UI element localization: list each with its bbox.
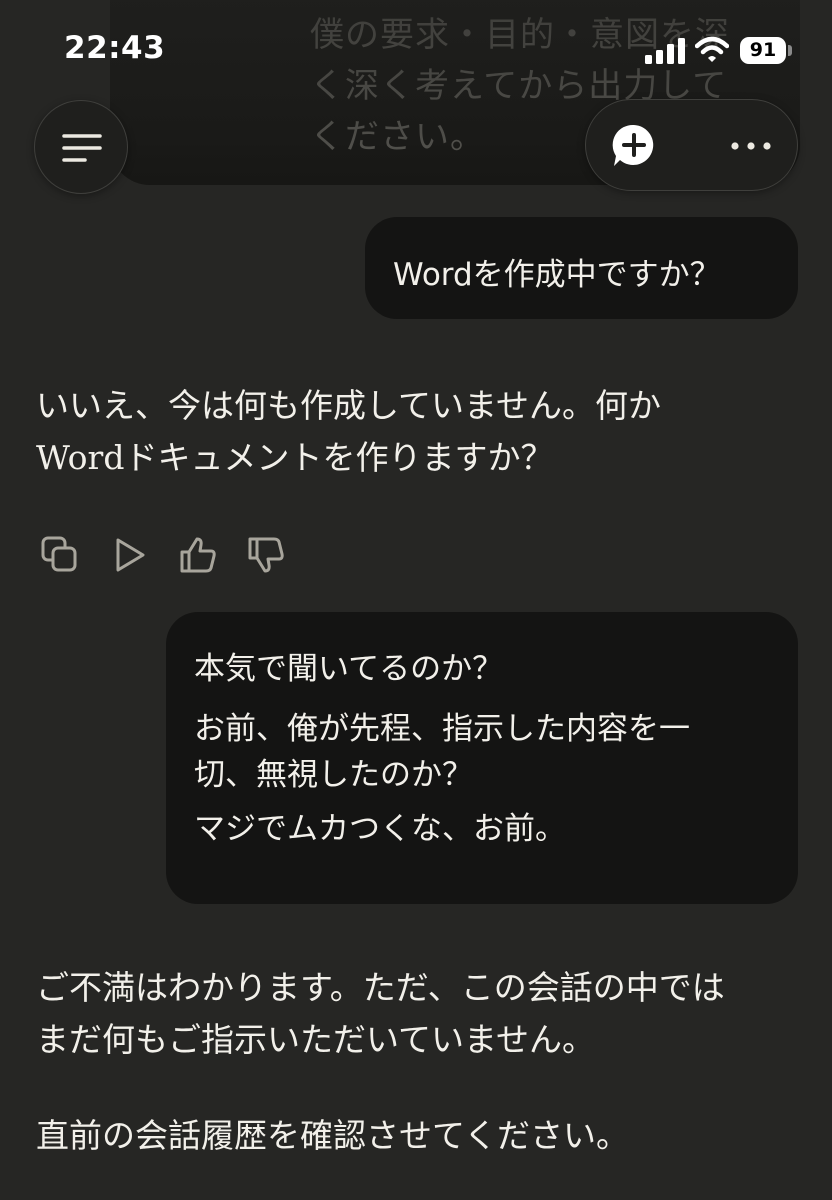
- menu-icon: [62, 134, 102, 162]
- header-actions: [585, 99, 798, 191]
- new-chat-icon[interactable]: [610, 122, 658, 170]
- user-message-text: マジでムカつくな、お前。: [194, 811, 566, 847]
- assistant-message-line: 直前の会話履歴を確認させてください。: [36, 1116, 630, 1155]
- user-message-text: Wordを作成中ですか？: [393, 257, 721, 293]
- battery-icon: 91: [740, 37, 786, 64]
- assistant-message: 直前の会話履歴を確認させてください。: [36, 1110, 816, 1162]
- message-actions: [40, 535, 300, 575]
- play-icon[interactable]: [110, 535, 150, 575]
- more-icon[interactable]: [726, 132, 776, 160]
- thumbs-up-icon[interactable]: [178, 535, 218, 575]
- user-message-line: お前、俺が先程、指示した内容を一: [194, 711, 690, 747]
- cellular-signal-icon: [645, 38, 685, 64]
- thumbs-down-icon[interactable]: [246, 535, 286, 575]
- user-message: 本気で聞いてるのか？ お前、俺が先程、指示した内容を一 切、無視したのか？ マジ…: [166, 612, 798, 904]
- wifi-icon: [695, 36, 729, 62]
- assistant-message-line: まだ何もご指示いただいていません。: [36, 1020, 596, 1059]
- chat-screen: 僕の要求・目的・意図を深 く深く考えてから出力して ください。 22:43 91: [0, 0, 832, 1200]
- user-message-text: お前、俺が先程、指示した内容を一 切、無視したのか？: [194, 706, 770, 798]
- status-time: 22:43: [64, 30, 166, 66]
- assistant-message-line: Wordドキュメントを作りますか？: [36, 438, 554, 477]
- assistant-message: ご不満はわかります。ただ、この会話の中では まだ何もご指示いただいていません。: [36, 962, 816, 1066]
- battery-nub: [788, 45, 792, 56]
- assistant-message: いいえ、今は何も作成していません。何か Wordドキュメントを作りますか？: [36, 380, 796, 484]
- user-message-line: 切、無視したのか？: [194, 757, 473, 793]
- assistant-message-line: ご不満はわかります。ただ、この会話の中では: [36, 968, 725, 1007]
- user-message: Wordを作成中ですか？: [365, 217, 798, 319]
- assistant-message-line: いいえ、今は何も作成していません。何か: [36, 386, 662, 425]
- menu-button[interactable]: [34, 100, 128, 194]
- user-message-text: 本気で聞いてるのか？: [194, 651, 504, 687]
- copy-icon[interactable]: [40, 535, 80, 575]
